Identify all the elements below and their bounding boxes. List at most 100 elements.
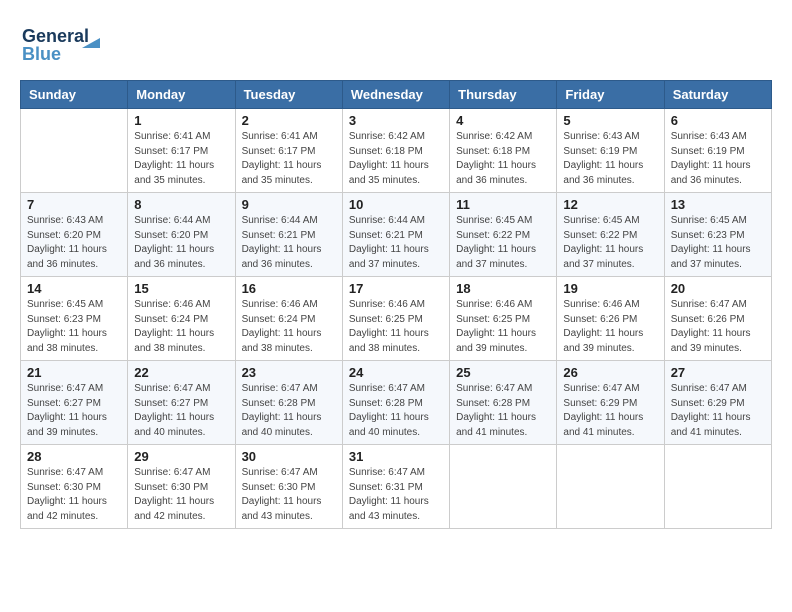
- day-number: 13: [671, 197, 765, 212]
- calendar-cell: 3 Sunrise: 6:42 AM Sunset: 6:18 PM Daylig…: [342, 109, 449, 193]
- day-number: 5: [563, 113, 657, 128]
- weekday-header-saturday: Saturday: [664, 81, 771, 109]
- calendar-cell: 13Sunrise: 6:45 AM Sunset: 6:23 PM Dayli…: [664, 193, 771, 277]
- calendar-cell: [450, 445, 557, 529]
- svg-text:General: General: [22, 26, 89, 46]
- calendar-cell: 16 Sunrise: 6:46 AM Sunset: 6:24 PM Dayli…: [235, 277, 342, 361]
- calendar-cell: 28Sunrise: 6:47 AM Sunset: 6:30 PM Dayli…: [21, 445, 128, 529]
- calendar-cell: 7 Sunrise: 6:43 AM Sunset: 6:20 PM Daylig…: [21, 193, 128, 277]
- day-number: 22: [134, 365, 228, 380]
- day-number: 2: [242, 113, 336, 128]
- calendar-cell: 15Sunrise: 6:46 AM Sunset: 6:24 PM Dayli…: [128, 277, 235, 361]
- svg-text:Blue: Blue: [22, 44, 61, 64]
- day-info: Sunrise: 6:45 AM Sunset: 6:22 PM Dayligh…: [563, 214, 657, 272]
- day-number: 3: [349, 113, 443, 128]
- week-row-1: 1 Sunrise: 6:41 AM Sunset: 6:17 PM Daylig…: [21, 109, 772, 193]
- day-info: Sunrise: 6:46 AM Sunset: 6:25 PM Dayligh…: [456, 298, 550, 356]
- calendar-cell: [21, 109, 128, 193]
- day-info: Sunrise: 6:46 AM Sunset: 6:24 PM Dayligh…: [134, 298, 228, 356]
- calendar-cell: 21 Sunrise: 6:47 AM Sunset: 6:27 PM Dayli…: [21, 361, 128, 445]
- calendar-cell: 17 Sunrise: 6:46 AM Sunset: 6:25 PM Dayli…: [342, 277, 449, 361]
- day-number: 24: [349, 365, 443, 380]
- day-number: 17: [349, 281, 443, 296]
- day-number: 26: [563, 365, 657, 380]
- calendar-cell: 12 Sunrise: 6:45 AM Sunset: 6:22 PM Dayli…: [557, 193, 664, 277]
- day-info: Sunrise: 6:47 AM Sunset: 6:30 PM Dayligh…: [134, 466, 228, 524]
- calendar-cell: 31 Sunrise: 6:47 AM Sunset: 6:31 PM Dayli…: [342, 445, 449, 529]
- day-info: Sunrise: 6:46 AM Sunset: 6:25 PM Dayligh…: [349, 298, 443, 356]
- day-number: 27: [671, 365, 765, 380]
- calendar-cell: 14 Sunrise: 6:45 AM Sunset: 6:23 PM Dayli…: [21, 277, 128, 361]
- day-info: Sunrise: 6:45 AM Sunset: 6:22 PM Dayligh…: [456, 214, 550, 272]
- day-info: Sunrise: 6:47 AM Sunset: 6:27 PM Dayligh…: [27, 382, 121, 440]
- calendar-cell: 22 Sunrise: 6:47 AM Sunset: 6:27 PM Dayli…: [128, 361, 235, 445]
- logo: General Blue: [20, 20, 110, 70]
- day-number: 7: [27, 197, 121, 212]
- day-number: 11: [456, 197, 550, 212]
- calendar-cell: 29 Sunrise: 6:47 AM Sunset: 6:30 PM Dayli…: [128, 445, 235, 529]
- day-info: Sunrise: 6:41 AM Sunset: 6:17 PM Dayligh…: [242, 130, 336, 188]
- day-info: Sunrise: 6:47 AM Sunset: 6:26 PM Dayligh…: [671, 298, 765, 356]
- calendar-cell: 11 Sunrise: 6:45 AM Sunset: 6:22 PM Dayli…: [450, 193, 557, 277]
- day-number: 4: [456, 113, 550, 128]
- week-row-2: 7 Sunrise: 6:43 AM Sunset: 6:20 PM Daylig…: [21, 193, 772, 277]
- calendar-cell: 27 Sunrise: 6:47 AM Sunset: 6:29 PM Dayli…: [664, 361, 771, 445]
- day-info: Sunrise: 6:43 AM Sunset: 6:20 PM Dayligh…: [27, 214, 121, 272]
- day-info: Sunrise: 6:46 AM Sunset: 6:26 PM Dayligh…: [563, 298, 657, 356]
- calendar-cell: 10 Sunrise: 6:44 AM Sunset: 6:21 PM Dayli…: [342, 193, 449, 277]
- day-number: 30: [242, 449, 336, 464]
- day-info: Sunrise: 6:47 AM Sunset: 6:30 PM Dayligh…: [242, 466, 336, 524]
- day-info: Sunrise: 6:46 AM Sunset: 6:24 PM Dayligh…: [242, 298, 336, 356]
- day-number: 18: [456, 281, 550, 296]
- day-info: Sunrise: 6:47 AM Sunset: 6:28 PM Dayligh…: [349, 382, 443, 440]
- calendar-cell: 9 Sunrise: 6:44 AM Sunset: 6:21 PM Daylig…: [235, 193, 342, 277]
- day-number: 1: [134, 113, 228, 128]
- calendar-cell: [557, 445, 664, 529]
- calendar-cell: 19 Sunrise: 6:46 AM Sunset: 6:26 PM Dayli…: [557, 277, 664, 361]
- calendar-cell: 5 Sunrise: 6:43 AM Sunset: 6:19 PM Daylig…: [557, 109, 664, 193]
- day-info: Sunrise: 6:44 AM Sunset: 6:21 PM Dayligh…: [242, 214, 336, 272]
- calendar-cell: 18 Sunrise: 6:46 AM Sunset: 6:25 PM Dayli…: [450, 277, 557, 361]
- day-number: 20: [671, 281, 765, 296]
- day-number: 9: [242, 197, 336, 212]
- day-number: 29: [134, 449, 228, 464]
- day-number: 10: [349, 197, 443, 212]
- week-row-4: 21 Sunrise: 6:47 AM Sunset: 6:27 PM Dayli…: [21, 361, 772, 445]
- calendar-cell: 2 Sunrise: 6:41 AM Sunset: 6:17 PM Daylig…: [235, 109, 342, 193]
- weekday-header-tuesday: Tuesday: [235, 81, 342, 109]
- day-info: Sunrise: 6:47 AM Sunset: 6:28 PM Dayligh…: [242, 382, 336, 440]
- day-info: Sunrise: 6:42 AM Sunset: 6:18 PM Dayligh…: [456, 130, 550, 188]
- day-number: 31: [349, 449, 443, 464]
- page-header: General Blue: [20, 20, 772, 70]
- day-number: 21: [27, 365, 121, 380]
- calendar-cell: 30 Sunrise: 6:47 AM Sunset: 6:30 PM Dayli…: [235, 445, 342, 529]
- calendar-cell: 20 Sunrise: 6:47 AM Sunset: 6:26 PM Dayli…: [664, 277, 771, 361]
- day-info: Sunrise: 6:47 AM Sunset: 6:27 PM Dayligh…: [134, 382, 228, 440]
- day-info: Sunrise: 6:43 AM Sunset: 6:19 PM Dayligh…: [563, 130, 657, 188]
- day-number: 14: [27, 281, 121, 296]
- weekday-header-sunday: Sunday: [21, 81, 128, 109]
- day-number: 16: [242, 281, 336, 296]
- week-row-3: 14 Sunrise: 6:45 AM Sunset: 6:23 PM Dayli…: [21, 277, 772, 361]
- weekday-header-row: SundayMondayTuesdayWednesdayThursdayFrid…: [21, 81, 772, 109]
- calendar-cell: 24 Sunrise: 6:47 AM Sunset: 6:28 PM Dayli…: [342, 361, 449, 445]
- day-number: 19: [563, 281, 657, 296]
- calendar-cell: [664, 445, 771, 529]
- day-info: Sunrise: 6:47 AM Sunset: 6:28 PM Dayligh…: [456, 382, 550, 440]
- day-number: 12: [563, 197, 657, 212]
- day-info: Sunrise: 6:47 AM Sunset: 6:29 PM Dayligh…: [563, 382, 657, 440]
- day-number: 28: [27, 449, 121, 464]
- day-number: 23: [242, 365, 336, 380]
- day-info: Sunrise: 6:43 AM Sunset: 6:19 PM Dayligh…: [671, 130, 765, 188]
- day-info: Sunrise: 6:44 AM Sunset: 6:20 PM Dayligh…: [134, 214, 228, 272]
- calendar-table: SundayMondayTuesdayWednesdayThursdayFrid…: [20, 80, 772, 529]
- day-info: Sunrise: 6:41 AM Sunset: 6:17 PM Dayligh…: [134, 130, 228, 188]
- weekday-header-wednesday: Wednesday: [342, 81, 449, 109]
- weekday-header-friday: Friday: [557, 81, 664, 109]
- day-info: Sunrise: 6:42 AM Sunset: 6:18 PM Dayligh…: [349, 130, 443, 188]
- calendar-cell: 6Sunrise: 6:43 AM Sunset: 6:19 PM Daylig…: [664, 109, 771, 193]
- day-info: Sunrise: 6:47 AM Sunset: 6:31 PM Dayligh…: [349, 466, 443, 524]
- day-info: Sunrise: 6:45 AM Sunset: 6:23 PM Dayligh…: [27, 298, 121, 356]
- day-info: Sunrise: 6:44 AM Sunset: 6:21 PM Dayligh…: [349, 214, 443, 272]
- day-info: Sunrise: 6:47 AM Sunset: 6:29 PM Dayligh…: [671, 382, 765, 440]
